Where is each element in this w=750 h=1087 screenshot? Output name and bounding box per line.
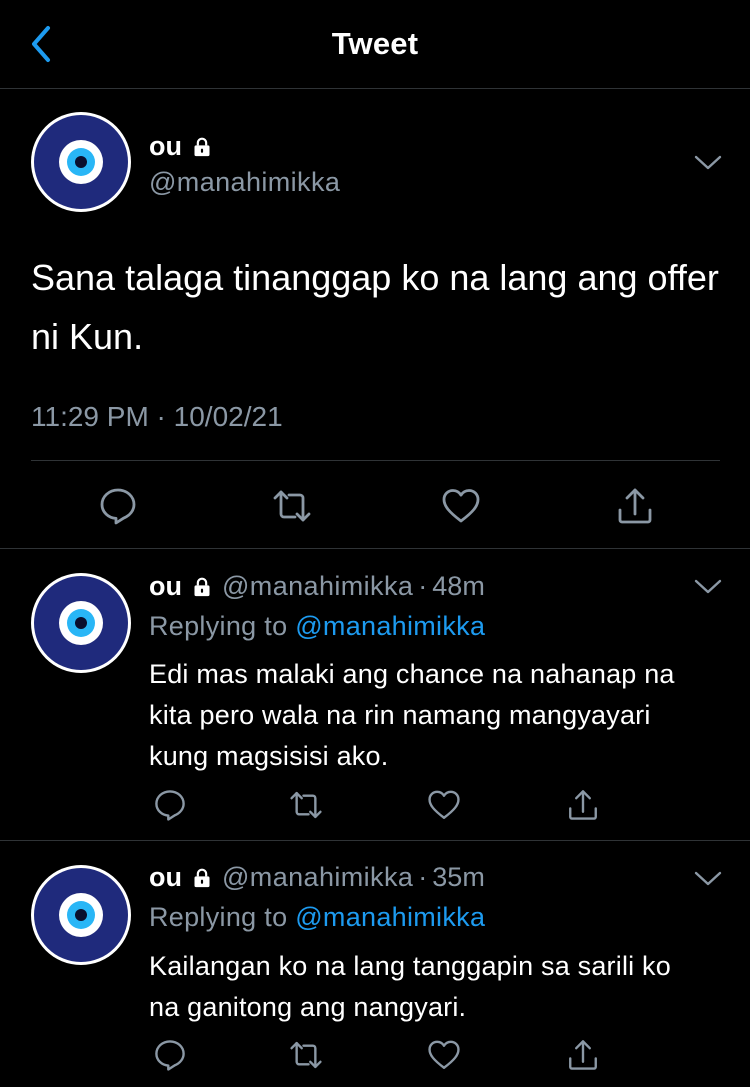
like-icon[interactable]: [427, 788, 461, 822]
author-name-row[interactable]: ou: [149, 131, 212, 162]
author-handle: @manahimikka: [222, 571, 414, 601]
retweet-icon[interactable]: [289, 788, 323, 822]
author-name: ou: [149, 131, 182, 161]
reply-icon[interactable]: [153, 788, 187, 822]
retweet-icon[interactable]: [289, 1038, 323, 1072]
chevron-down-icon[interactable]: [693, 576, 723, 596]
author-handle[interactable]: @manahimikka: [149, 167, 340, 198]
page-title: Tweet: [331, 26, 419, 61]
lock-icon: [192, 137, 212, 157]
avatar[interactable]: [30, 111, 132, 213]
chevron-down-icon[interactable]: [693, 152, 723, 172]
tweet-timestamp[interactable]: 11:29 PM · 10/02/21: [31, 401, 283, 433]
share-icon[interactable]: [566, 788, 600, 822]
chevron-down-icon[interactable]: [693, 868, 723, 888]
reply-text: Edi mas malaki ang chance na nahanap na …: [149, 659, 675, 771]
like-icon[interactable]: [427, 1038, 461, 1072]
tweet-text: Sana talaga tinanggap ko na lang ang off…: [31, 257, 719, 357]
reply-age: 48m: [432, 571, 485, 601]
top-bar: Tweet: [0, 0, 750, 89]
author-handle: @manahimikka: [222, 862, 414, 892]
divider: [0, 840, 750, 841]
reply-text: Kailangan ko na lang tanggapin sa sarili…: [149, 951, 671, 1022]
lock-icon: [192, 577, 212, 597]
reply-icon[interactable]: [153, 1038, 187, 1072]
replying-to: Replying to @manahimikka: [149, 902, 485, 933]
reply-icon[interactable]: [98, 486, 138, 526]
mention-link[interactable]: @manahimikka: [295, 611, 485, 641]
lock-icon: [192, 868, 212, 888]
reply-age: 35m: [432, 862, 485, 892]
separator-dot: ·: [418, 862, 428, 892]
author-name: ou: [149, 862, 182, 892]
divider: [31, 460, 720, 461]
retweet-icon[interactable]: [272, 486, 312, 526]
share-icon[interactable]: [566, 1038, 600, 1072]
avatar[interactable]: [30, 572, 132, 674]
author-name: ou: [149, 571, 182, 601]
avatar[interactable]: [30, 864, 132, 966]
separator-dot: ·: [418, 571, 428, 601]
replying-prefix: Replying to: [149, 902, 288, 932]
mention-link[interactable]: @manahimikka: [295, 902, 485, 932]
replying-prefix: Replying to: [149, 611, 288, 641]
share-icon[interactable]: [615, 486, 655, 526]
like-icon[interactable]: [441, 486, 481, 526]
reply-header: ou @manahimikka · 35m: [149, 862, 485, 893]
reply-header: ou @manahimikka · 48m: [149, 571, 485, 602]
divider: [0, 548, 750, 549]
replying-to: Replying to @manahimikka: [149, 611, 485, 642]
